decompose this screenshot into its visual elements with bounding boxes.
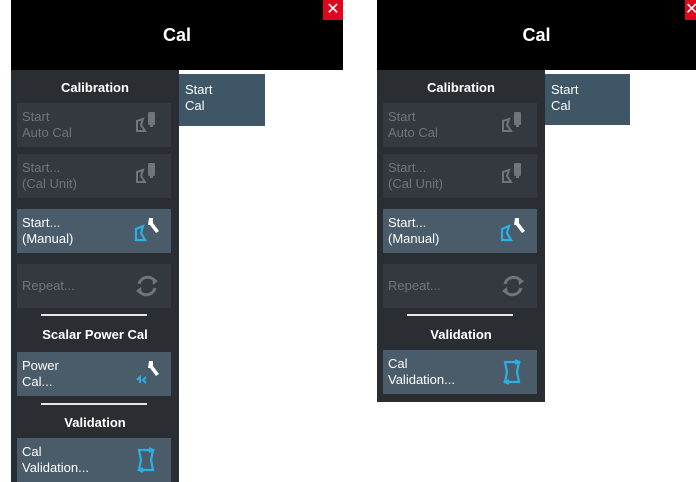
scalar-power-cal-header: Scalar Power Cal: [42, 327, 148, 342]
refresh-icon: [136, 275, 158, 297]
tab-start-cal[interactable]: Start Cal: [545, 74, 630, 125]
start-auto-cal-button[interactable]: Start Auto Cal: [17, 103, 171, 147]
cal-validation-button[interactable]: Cal Validation...: [383, 350, 537, 394]
repeat-button[interactable]: Repeat...: [17, 264, 171, 308]
repeat-label: Repeat...: [388, 278, 441, 293]
calibration-header: Calibration: [61, 80, 129, 95]
start-cal-unit-label: Start... (Cal Unit): [388, 160, 443, 191]
close-button[interactable]: ✕: [685, 0, 696, 20]
start-manual-label: Start... (Manual): [388, 215, 440, 246]
validation-header: Validation: [430, 327, 492, 342]
separator: [41, 314, 147, 316]
cal-panel-full: Cal ✕ Calibration Start Auto Cal Start..…: [11, 0, 343, 482]
cal-validation-button[interactable]: Cal Validation...: [17, 438, 171, 482]
cal-menu: Calibration Start Auto Cal Start... (Cal…: [377, 70, 545, 402]
calibration-header: Calibration: [427, 80, 495, 95]
wrench-port-icon: [134, 218, 159, 242]
panel-title: Cal: [162, 25, 191, 45]
validation-icon: [502, 359, 522, 385]
separator: [407, 314, 513, 316]
start-auto-cal-label: Start Auto Cal: [388, 109, 438, 140]
start-cal-unit-button[interactable]: Start... (Cal Unit): [383, 154, 537, 198]
wrench-port-icon: [500, 218, 525, 242]
refresh-icon: [502, 275, 524, 297]
cal-unit-icon: [502, 112, 521, 132]
title-bar: Cal ✕: [11, 0, 343, 70]
close-button[interactable]: ✕: [323, 0, 343, 20]
start-manual-button[interactable]: Start... (Manual): [17, 209, 171, 253]
repeat-button[interactable]: Repeat...: [383, 264, 537, 308]
separator: [41, 403, 147, 405]
power-cal-button[interactable]: Power Cal...: [17, 352, 171, 396]
start-manual-label: Start... (Manual): [22, 215, 74, 246]
cal-unit-icon: [502, 163, 521, 183]
panel-title: Cal: [522, 25, 551, 45]
power-cal-label: Power Cal...: [22, 358, 59, 389]
cal-menu: Calibration Start Auto Cal Start... (Cal…: [11, 70, 179, 482]
start-cal-unit-button[interactable]: Start... (Cal Unit): [17, 154, 171, 198]
validation-header: Validation: [64, 415, 126, 430]
title-bar: Cal ✕: [377, 0, 696, 70]
cal-unit-icon: [136, 112, 155, 132]
start-auto-cal-label: Start Auto Cal: [22, 109, 72, 140]
start-cal-unit-label: Start... (Cal Unit): [22, 160, 77, 191]
cal-validation-label: Cal Validation...: [22, 444, 89, 475]
power-cal-icon: [136, 361, 159, 384]
cal-validation-label: Cal Validation...: [388, 356, 455, 387]
cal-unit-icon: [136, 163, 155, 183]
start-auto-cal-button[interactable]: Start Auto Cal: [383, 103, 537, 147]
repeat-label: Repeat...: [22, 278, 75, 293]
cal-panel-compact: Cal ✕ Calibration Start Auto Cal Start..…: [377, 0, 696, 402]
tab-start-cal[interactable]: Start Cal: [179, 74, 265, 126]
start-manual-button[interactable]: Start... (Manual): [383, 209, 537, 253]
validation-icon: [136, 447, 156, 473]
